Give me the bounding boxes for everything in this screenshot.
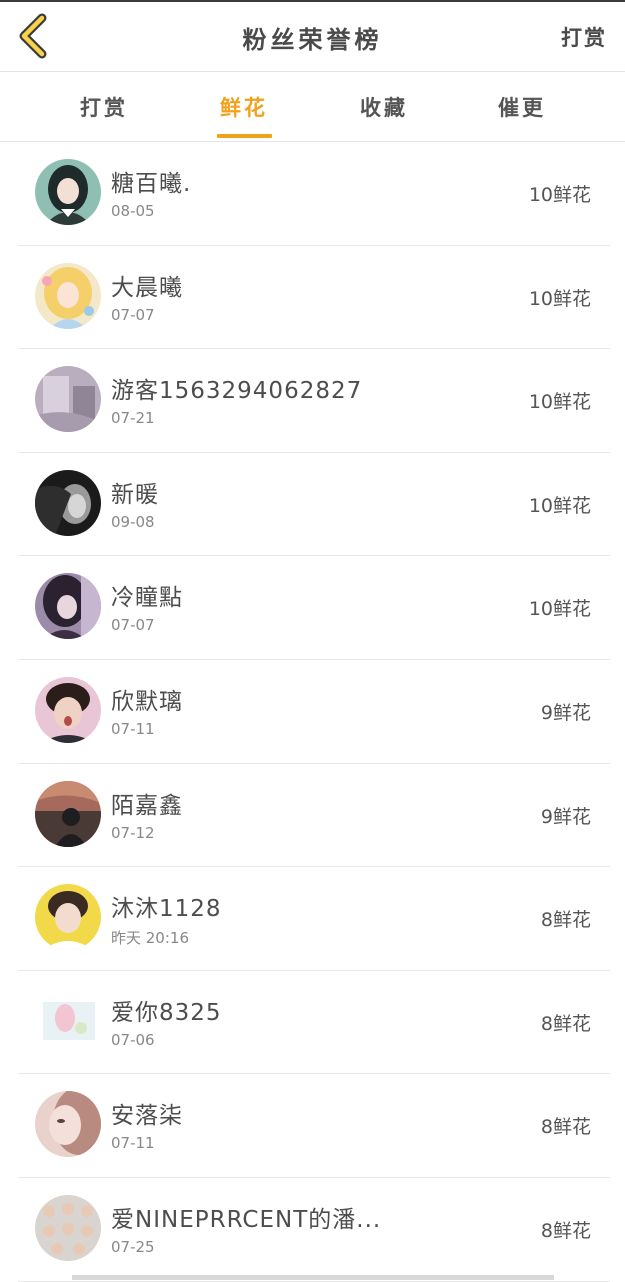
tab-favorites[interactable]: 收藏 bbox=[339, 92, 429, 122]
fan-name: 沐沐1128 bbox=[111, 896, 222, 923]
fan-name: 大晨曦 bbox=[111, 274, 183, 301]
flower-count: 8鲜花 bbox=[540, 1116, 591, 1139]
flower-count: 8鲜花 bbox=[540, 909, 591, 932]
fan-date: 昨天 20:16 bbox=[111, 929, 189, 948]
list-item[interactable]: 爱你8325 07-06 8鲜花 bbox=[0, 971, 625, 1075]
list-item[interactable]: 游客1563294062827 07-21 10鲜花 bbox=[0, 349, 625, 453]
flower-count: 10鲜花 bbox=[528, 391, 591, 414]
avatar bbox=[35, 676, 101, 743]
horizontal-scrollbar[interactable] bbox=[72, 1275, 554, 1280]
fan-name: 糖百曦. bbox=[111, 171, 192, 197]
active-tab-indicator bbox=[217, 134, 272, 138]
page-title: 粉丝荣誉榜 bbox=[242, 26, 383, 54]
list-item[interactable]: 沐沐1128 昨天 20:16 8鲜花 bbox=[0, 867, 625, 971]
list-item[interactable]: 糖百曦. 08-05 10鲜花 bbox=[0, 142, 625, 246]
fan-date: 07-07 bbox=[111, 616, 155, 635]
fan-name: 陌嘉鑫 bbox=[111, 792, 183, 819]
avatar bbox=[35, 1091, 101, 1158]
fan-name: 欣默璃 bbox=[111, 688, 183, 715]
fan-name: 安落柒 bbox=[111, 1103, 183, 1130]
fan-name: 冷瞳點 bbox=[111, 585, 183, 612]
tab-reward[interactable]: 打赏 bbox=[59, 92, 149, 122]
flower-count: 10鲜花 bbox=[528, 287, 591, 310]
fan-name: 游客1563294062827 bbox=[111, 378, 363, 405]
avatar bbox=[35, 159, 101, 225]
reward-button[interactable]: 打赏 bbox=[561, 22, 607, 52]
fan-date: 07-12 bbox=[111, 823, 155, 842]
list-item[interactable]: 陌嘉鑫 07-12 9鲜花 bbox=[0, 764, 625, 868]
fan-date: 07-11 bbox=[111, 719, 155, 738]
fan-name: 爱NINEPRRCENT的潘... bbox=[111, 1206, 382, 1233]
fan-date: 07-25 bbox=[111, 1237, 155, 1256]
flower-count: 10鲜花 bbox=[528, 598, 591, 621]
avatar bbox=[35, 469, 101, 536]
fan-date: 09-08 bbox=[111, 512, 155, 531]
flower-count: 10鲜花 bbox=[528, 184, 591, 206]
avatar bbox=[35, 573, 101, 640]
list-item[interactable]: 冷瞳點 07-07 10鲜花 bbox=[0, 556, 625, 660]
flower-count: 10鲜花 bbox=[528, 494, 591, 517]
avatar bbox=[35, 366, 101, 433]
tab-urge-update[interactable]: 催更 bbox=[477, 92, 567, 122]
tab-bar: 打赏 鲜花 收藏 催更 bbox=[0, 72, 625, 142]
flower-count: 9鲜花 bbox=[540, 701, 591, 724]
flower-count: 8鲜花 bbox=[540, 1012, 591, 1035]
flower-count: 8鲜花 bbox=[540, 1219, 591, 1242]
list-item[interactable]: 爱NINEPRRCENT的潘... 07-25 8鲜花 bbox=[0, 1178, 625, 1282]
avatar bbox=[35, 780, 101, 847]
avatar bbox=[35, 884, 101, 951]
fan-name: 新暖 bbox=[111, 481, 159, 508]
fan-date: 07-07 bbox=[111, 305, 155, 324]
list-item[interactable]: 大晨曦 07-07 10鲜花 bbox=[0, 246, 625, 350]
list-item[interactable]: 安落柒 07-11 8鲜花 bbox=[0, 1074, 625, 1178]
avatar bbox=[35, 262, 101, 329]
list-item[interactable]: 新暖 09-08 10鲜花 bbox=[0, 453, 625, 557]
avatar bbox=[35, 1194, 101, 1261]
avatar bbox=[35, 987, 101, 1054]
fan-ranking-list: 糖百曦. 08-05 10鲜花 大晨曦 07-07 10鲜花 游客1563294… bbox=[0, 142, 625, 1282]
fan-date: 07-11 bbox=[111, 1134, 155, 1153]
list-item[interactable]: 欣默璃 07-11 9鲜花 bbox=[0, 660, 625, 764]
flower-count: 9鲜花 bbox=[540, 805, 591, 828]
header-bar: 粉丝荣誉榜 打赏 bbox=[0, 2, 625, 72]
fan-date: 08-05 bbox=[111, 202, 155, 220]
fan-name: 爱你8325 bbox=[111, 999, 222, 1026]
tab-flowers[interactable]: 鲜花 bbox=[199, 92, 289, 122]
fan-date: 07-21 bbox=[111, 409, 155, 428]
fan-date: 07-06 bbox=[111, 1030, 155, 1049]
